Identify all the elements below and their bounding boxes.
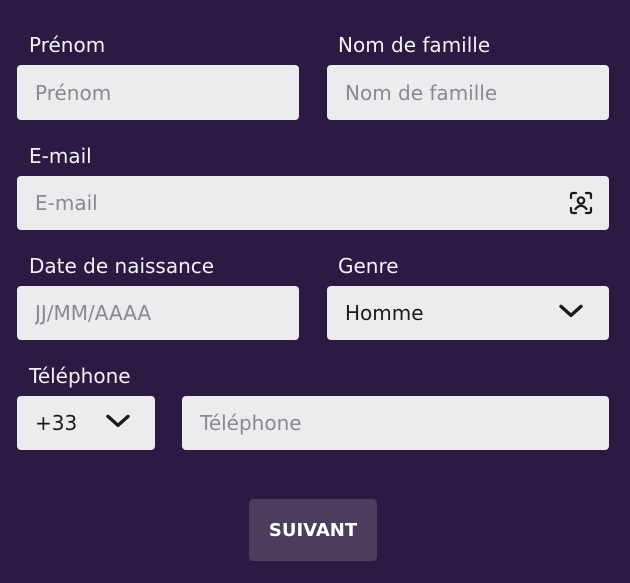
last-name-field[interactable]: [327, 65, 609, 120]
last-name-input[interactable]: [327, 65, 609, 120]
phone-label: Téléphone: [29, 364, 131, 388]
gender-selected-value: Homme: [345, 301, 424, 325]
birth-date-field[interactable]: [17, 286, 299, 340]
email-field[interactable]: [17, 176, 609, 230]
birth-date-label: Date de naissance: [29, 254, 215, 278]
contact-id-icon[interactable]: [569, 191, 593, 215]
chevron-down-icon: [106, 414, 130, 428]
phone-field[interactable]: [182, 396, 609, 450]
first-name-field[interactable]: [17, 65, 299, 120]
next-button[interactable]: SUIVANT: [249, 499, 377, 561]
email-input[interactable]: [17, 176, 609, 230]
chevron-down-icon: [559, 304, 583, 318]
gender-label: Genre: [338, 254, 399, 278]
gender-select[interactable]: Homme: [327, 286, 609, 340]
country-code-value: +33: [35, 411, 78, 435]
first-name-label: Prénom: [29, 33, 106, 57]
country-code-select[interactable]: +33: [17, 396, 155, 450]
birth-date-input[interactable]: [17, 286, 299, 340]
email-label: E-mail: [29, 144, 92, 168]
phone-input[interactable]: [182, 396, 609, 450]
last-name-label: Nom de famille: [338, 33, 491, 57]
first-name-input[interactable]: [17, 65, 299, 120]
